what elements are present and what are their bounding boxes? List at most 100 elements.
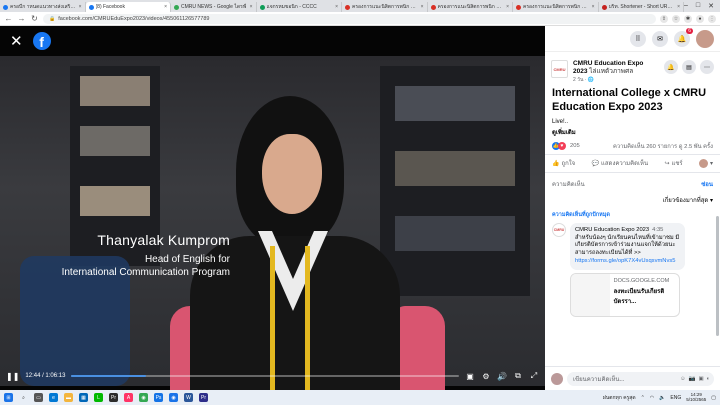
clock[interactable]: 14:29 5/10/2565	[686, 392, 706, 403]
file-explorer-icon[interactable]: ▬	[64, 393, 73, 402]
fullscreen-icon[interactable]: ⤢	[529, 371, 539, 381]
more-icon[interactable]: ⋯	[700, 60, 714, 74]
sticker-icon[interactable]: ◐	[707, 376, 710, 382]
minimize-icon[interactable]: –	[684, 2, 688, 10]
page-logo[interactable]: CMRU	[551, 60, 568, 78]
profile-icon[interactable]: ●	[696, 14, 704, 23]
notifications-bell-icon[interactable]: 🔔 6	[674, 27, 693, 47]
composer-tools: ☺ 📷 ▣ ◐	[680, 376, 714, 382]
speaker-name: Thanyalak Kumprom	[97, 232, 230, 248]
comment-button[interactable]: 💬 แสดงความคิดเห็น	[592, 158, 649, 168]
video-player[interactable]: Thanyalak Kumprom Head of English for In…	[0, 26, 545, 390]
store-icon[interactable]: ▦	[79, 393, 88, 402]
pause-icon[interactable]: ❚❚	[6, 372, 19, 381]
tab-close-icon[interactable]: ×	[79, 4, 82, 10]
browser-tab[interactable]: ครองการแนะนิสิตการพนิก มะ.มะ-อ×	[428, 2, 513, 12]
browser-tab[interactable]: แจกรหมขอนิก - CCCC ×	[257, 2, 342, 12]
premiere-alt-icon[interactable]: Pr	[199, 393, 208, 402]
browser-tab[interactable]: (8) Facebook ×	[85, 2, 171, 12]
page-name-block: CMRU Education Expo 2023 ไล่แหตัวภาพศล 2…	[573, 60, 659, 83]
browser-tab[interactable]: CMRU NEWS - Google ไดรฟ์ ×	[171, 2, 257, 12]
word-icon[interactable]: W	[184, 393, 193, 402]
tab-close-icon[interactable]: ×	[677, 4, 680, 10]
photoshop-icon[interactable]: Ps	[154, 393, 163, 402]
tab-close-icon[interactable]: ×	[592, 4, 595, 10]
love-reaction-icon: ♥	[558, 142, 566, 151]
chrome-profile-icon[interactable]: ◉	[169, 393, 178, 402]
bell-icon[interactable]: 🔔	[664, 60, 678, 74]
gif-icon[interactable]: ▣	[698, 376, 703, 382]
audience-selector[interactable]: ▾	[698, 158, 713, 168]
messenger-icon[interactable]: ✉	[652, 30, 668, 47]
link-preview-body: DOCS.GOOGLE.COM ลงทะเบียนรับเกียรติบัตรร…	[610, 274, 679, 316]
reload-icon[interactable]: ↻	[30, 14, 39, 23]
search-icon[interactable]: ⌕	[19, 393, 28, 402]
tab-close-icon[interactable]: ×	[164, 4, 167, 10]
comment-link[interactable]: https://forms.gle/opK7X4vUsqsvmNvs5	[575, 258, 680, 266]
facebook-logo-icon[interactable]: f	[32, 32, 51, 50]
speaker-icon[interactable]: 🔈	[659, 395, 665, 401]
browser-tab[interactable]: ครองการแนะนิสิตการพนิก มะ.มะ-อ×	[513, 2, 599, 12]
page-actions: 🔔 ▤ ⋯	[664, 60, 714, 83]
hide-comments-link[interactable]: ซ่อน	[701, 179, 713, 189]
url-input[interactable]: 🔒 facebook.com/CMRUEduExpo2023/videos/45…	[43, 13, 656, 24]
comment-author-avatar[interactable]: CMRU	[552, 222, 566, 237]
sort-dropdown[interactable]: เกี่ยวข้องมากที่สุด ▾	[545, 191, 720, 209]
start-icon[interactable]: ⊞	[4, 393, 13, 402]
comment-input-placeholder: เขียนความคิดเห็น...	[573, 376, 625, 383]
share-icon[interactable]: ⇪	[660, 14, 668, 23]
task-view-icon[interactable]: ▭	[34, 393, 43, 402]
language-indicator[interactable]: ENG	[670, 395, 681, 401]
camera-icon[interactable]: 📷	[689, 376, 696, 382]
line-icon[interactable]: L	[94, 393, 103, 402]
premiere-icon[interactable]: Pr	[109, 393, 118, 402]
weather-text[interactable]: ฝนตกทุก ครูสุด	[603, 394, 636, 402]
see-more-link[interactable]: ดูเพิ่มเติม	[545, 125, 720, 139]
video-frame	[0, 56, 545, 390]
edge-icon[interactable]: e	[49, 393, 58, 402]
share-button[interactable]: ↪ แชร์	[664, 158, 682, 168]
notification-center-icon[interactable]: ▢	[711, 395, 716, 401]
video-progress-bar[interactable]	[71, 375, 459, 377]
close-icon[interactable]: ✕	[10, 32, 23, 50]
panel-scrollbar[interactable]	[716, 216, 719, 336]
tab-close-icon[interactable]: ×	[421, 4, 424, 10]
user-avatar[interactable]	[696, 29, 714, 48]
star-icon[interactable]: ☆	[672, 14, 680, 23]
grid-menu-icon[interactable]: ⠿	[630, 30, 646, 47]
menu-icon[interactable]: ⋮	[708, 14, 716, 23]
comment-view-stats[interactable]: ความคิดเห็น 260 รายการ ดู 2.5 พัน ครั้ง	[613, 141, 713, 151]
maximize-icon[interactable]: □	[696, 2, 700, 10]
forward-icon[interactable]: →	[17, 14, 26, 23]
adobe-icon[interactable]: A	[124, 393, 133, 402]
tab-close-icon[interactable]: ×	[250, 4, 253, 10]
settings-gear-icon[interactable]: ⚙	[481, 372, 491, 381]
wifi-icon[interactable]: ◠	[650, 395, 654, 401]
browser-tab[interactable]: ครอบีก าหนดแนวทางส่งเสริมก์ ×	[0, 2, 86, 12]
like-button[interactable]: 👍 ถูกใจ	[552, 158, 575, 168]
tray-up-icon[interactable]: ⌃	[641, 395, 645, 401]
captions-icon[interactable]: ▣	[465, 372, 475, 381]
tab-title: CMRU NEWS - Google ไดรฟ์	[181, 4, 247, 10]
chrome-icon[interactable]: ◉	[139, 393, 148, 402]
comment-time[interactable]: 4:35	[652, 227, 663, 233]
comment-input[interactable]: เขียนความคิดเห็น... ☺ 📷 ▣ ◐	[567, 371, 714, 386]
picture-in-picture-icon[interactable]: ⧉	[513, 371, 523, 381]
comment-author[interactable]: CMRU Education Expo 2023	[575, 227, 649, 233]
save-icon[interactable]: ▤	[682, 60, 696, 74]
volume-icon[interactable]: 🔊	[497, 372, 507, 381]
extensions-icon[interactable]: ✱	[684, 14, 692, 23]
comments-header: ความคิดเห็น ซ่อน	[545, 173, 720, 191]
reaction-icons[interactable]: 👍 ♥	[552, 142, 566, 151]
tab-close-icon[interactable]: ×	[335, 4, 338, 10]
follow-label[interactable]: ไล่แหตัวภาพศล	[589, 68, 633, 75]
window-close-icon[interactable]: ✕	[708, 2, 714, 10]
tab-favicon-icon	[88, 4, 94, 10]
back-icon[interactable]: ←	[4, 14, 13, 23]
tab-close-icon[interactable]: ×	[506, 4, 509, 10]
emoji-icon[interactable]: ☺	[680, 376, 686, 382]
browser-tab[interactable]: บริท. Shortener - Short URLs & C ×	[599, 2, 684, 12]
link-preview-card[interactable]: DOCS.GOOGLE.COM ลงทะเบียนรับเกียรติบัตรร…	[570, 272, 680, 317]
reaction-count[interactable]: 205	[570, 143, 580, 149]
browser-tab[interactable]: ครองการแนะนิสิตการพนิก มะ.มะ-อ×	[342, 2, 428, 12]
